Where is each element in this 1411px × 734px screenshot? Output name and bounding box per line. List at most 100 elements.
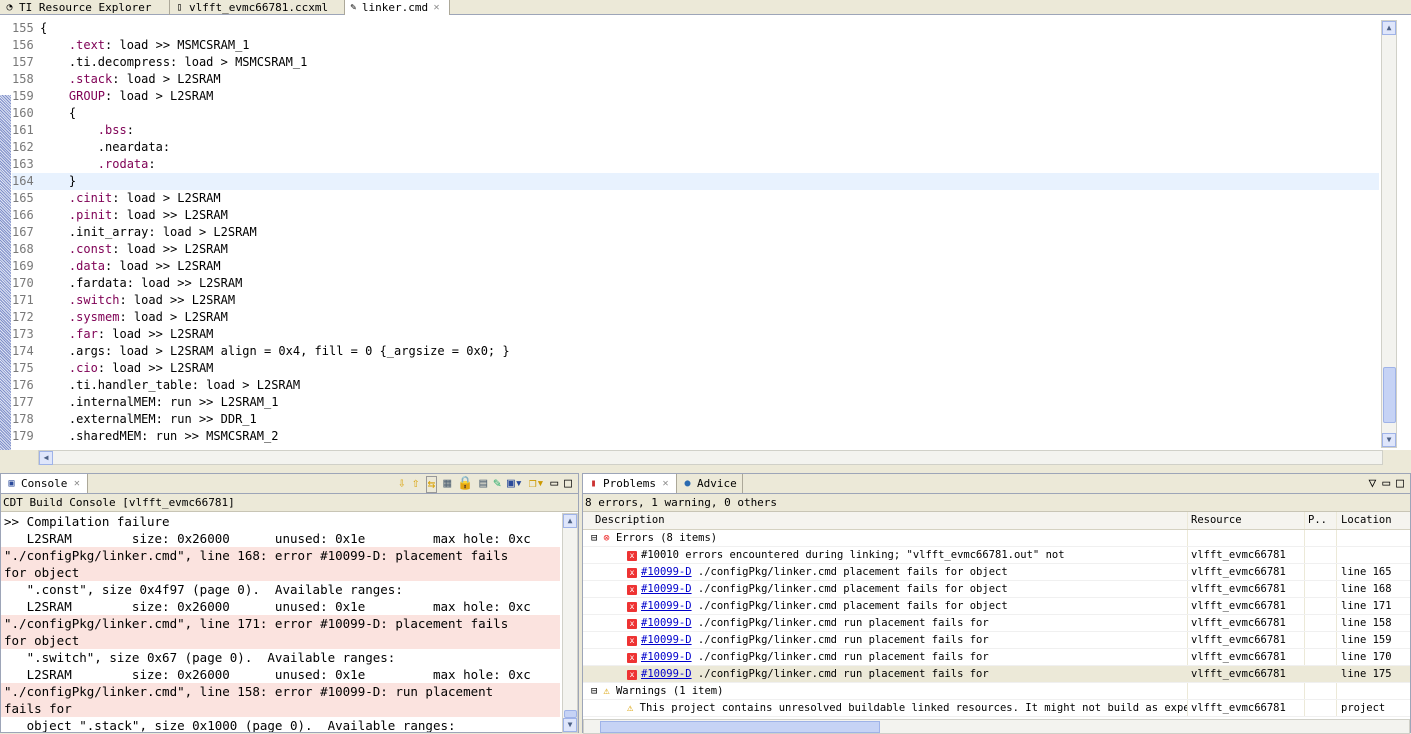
code-line[interactable]: 157 .ti.decompress: load > MSMCSRAM_1 [12,54,1379,71]
view-menu-icon[interactable]: ▽ [1369,476,1377,491]
group-cell: ⊟ ⊗ Errors (8 items) [583,530,1188,546]
code-line[interactable]: 167 .init_array: load > L2SRAM [12,224,1379,241]
code-line[interactable]: 162 .neardata: [12,139,1379,156]
code-line[interactable]: 175 .cio: load >> L2SRAM [12,360,1379,377]
warnings-group[interactable]: ⊟ ⚠ Warnings (1 item) [583,683,1410,700]
problem-row[interactable]: ⚠ This project contains unresolved build… [583,700,1410,717]
code-line[interactable]: 161 .bss: [12,122,1379,139]
problem-row[interactable]: x #10099-D ./configPkg/linker.cmd placeme… [583,598,1410,615]
previous-icon[interactable]: ⇧ [412,476,420,493]
code-line[interactable]: 156 .text: load >> MSMCSRAM_1 [12,37,1379,54]
maximize-icon[interactable]: □ [1396,476,1404,491]
code-line[interactable]: 168 .const: load >> L2SRAM [12,241,1379,258]
code-text: .internalMEM: run >> L2SRAM_1 [68,395,279,409]
code-line[interactable]: 169 .data: load >> L2SRAM [12,258,1379,275]
error-code-link[interactable]: #10099-D [641,617,692,629]
editor-vertical-scrollbar[interactable]: ▲ ▼ [1381,20,1397,448]
column-header[interactable]: Location [1337,512,1407,529]
error-code-link[interactable]: #10099-D [641,651,692,663]
collapse-icon[interactable]: ⊟ [591,685,597,697]
open-console-icon[interactable]: ❐▾ [529,476,545,493]
problem-row[interactable]: x #10099-D ./configPkg/linker.cmd run pla… [583,615,1410,632]
line-number: 158 [12,72,34,86]
lock-icon[interactable]: 🔒 [457,476,473,493]
tab-2[interactable]: ✎ linker.cmd ✕ [345,0,450,15]
scroll-up-button[interactable]: ▲ [563,514,577,528]
code-line[interactable]: 155 { [12,20,1379,37]
errors-group[interactable]: ⊟ ⊗ Errors (8 items) [583,530,1410,547]
minimize-icon[interactable]: ▭ [550,476,558,493]
code-editor[interactable]: 154SECTIONS155{156 .text: load >> MSMCSR… [0,15,1411,450]
problem-row[interactable]: x #10099-D ./configPkg/linker.cmd run pla… [583,666,1410,683]
problem-row[interactable]: x #10099-D ./configPkg/linker.cmd placeme… [583,564,1410,581]
column-header[interactable]: P.. [1305,512,1337,529]
close-icon[interactable]: ✕ [71,478,82,489]
scroll-thumb[interactable] [600,721,880,733]
copy-icon[interactable]: ▦ [443,476,451,493]
code-line[interactable]: 178 .externalMEM: run >> DDR_1 [12,411,1379,428]
error-code-link[interactable]: #10099-D [641,668,692,680]
code-line[interactable]: 174 .args: load > L2SRAM align = 0x4, fi… [12,343,1379,360]
code-line[interactable]: 159 GROUP: load > L2SRAM [12,88,1379,105]
error-marker-icon: x [627,653,637,663]
code-line[interactable]: 160 { [12,105,1379,122]
line-number: 178 [12,412,34,426]
error-code-link[interactable]: #10099-D [641,566,692,578]
problem-row[interactable]: x #10099-D ./configPkg/linker.cmd placeme… [583,581,1410,598]
maximize-icon[interactable]: □ [564,476,572,493]
display-console-icon[interactable]: ▣▾ [507,476,523,493]
tab-console[interactable]: ▣ Console ✕ [1,474,89,493]
tab-problems[interactable]: ▮ Problems ✕ [583,474,677,493]
minimize-icon[interactable]: ▭ [1382,476,1390,491]
code-line[interactable]: 163 .rodata: [12,156,1379,173]
scroll-down-button[interactable]: ▼ [1382,433,1396,447]
code-text: : load >> L2SRAM [105,259,221,273]
tab-0[interactable]: ◔ TI Resource Explorer [0,0,170,15]
error-marker-icon: x [627,551,637,561]
editor-horizontal-scrollbar[interactable]: ◀ [38,450,1383,465]
console-output[interactable]: >> Compilation failure L2SRAM size: 0x26… [1,513,560,732]
scroll-thumb[interactable] [564,710,577,718]
console-scrollbar[interactable]: ▲ ▼ [562,513,578,733]
description-text: ./configPkg/linker.cmd placement fails f… [691,566,1008,578]
tab-1[interactable]: ▯ vlfft_evmc66781.ccxml [170,0,345,15]
scroll-left-button[interactable]: ◀ [39,451,53,465]
resource-cell: vlfft_evmc66781 [1188,666,1305,682]
error-code-link[interactable]: #10099-D [641,583,692,595]
scroll-thumb[interactable] [1383,367,1396,423]
column-header[interactable]: Resource [1188,512,1305,529]
pin-icon[interactable]: ✎ [493,476,501,493]
problem-row[interactable]: x #10099-D ./configPkg/linker.cmd run pla… [583,632,1410,649]
problems-horizontal-scrollbar[interactable] [583,719,1410,734]
code-line[interactable]: 171 .switch: load >> L2SRAM [12,292,1379,309]
code-line[interactable]: 173 .far: load >> L2SRAM [12,326,1379,343]
scroll-down-button[interactable]: ▼ [563,718,577,732]
clear-icon[interactable]: ▤ [479,476,487,493]
code-line[interactable]: 164 } [12,173,1379,190]
code-line[interactable]: 172 .sysmem: load > L2SRAM [12,309,1379,326]
error-code-link[interactable]: #10099-D [641,600,692,612]
column-header[interactable]: Description [583,512,1188,529]
error-code-link[interactable]: #10099-D [641,634,692,646]
problem-row[interactable]: x #10010 errors encountered during linkin… [583,547,1410,564]
description-cell: x #10099-D ./configPkg/linker.cmd placeme… [583,598,1188,614]
next-icon[interactable]: ⇩ [398,476,406,493]
line-number: 166 [12,208,34,222]
code-line[interactable]: 176 .ti.handler_table: load > L2SRAM [12,377,1379,394]
console-title: CDT Build Console [vlfft_evmc66781] [1,494,578,512]
code-line[interactable]: 165 .cinit: load > L2SRAM [12,190,1379,207]
code-line[interactable]: 179 .sharedMEM: run >> MSMCSRAM_2 [12,428,1379,445]
error-marker-icon: x [627,636,637,646]
collapse-icon[interactable]: ⊟ [591,532,597,544]
link-toggle-icon[interactable]: ⇆ [425,476,438,493]
close-icon[interactable]: ✕ [660,478,671,489]
code-line[interactable]: 170 .fardata: load >> L2SRAM [12,275,1379,292]
code-line[interactable]: 166 .pinit: load >> L2SRAM [12,207,1379,224]
code-line[interactable]: 158 .stack: load > L2SRAM [12,71,1379,88]
problem-row[interactable]: x #10099-D ./configPkg/linker.cmd run pla… [583,649,1410,666]
code-line[interactable]: 177 .internalMEM: run >> L2SRAM_1 [12,394,1379,411]
scroll-up-button[interactable]: ▲ [1382,21,1396,35]
close-icon[interactable]: ✕ [432,2,441,13]
tab-advice[interactable]: ● Advice [676,474,743,493]
